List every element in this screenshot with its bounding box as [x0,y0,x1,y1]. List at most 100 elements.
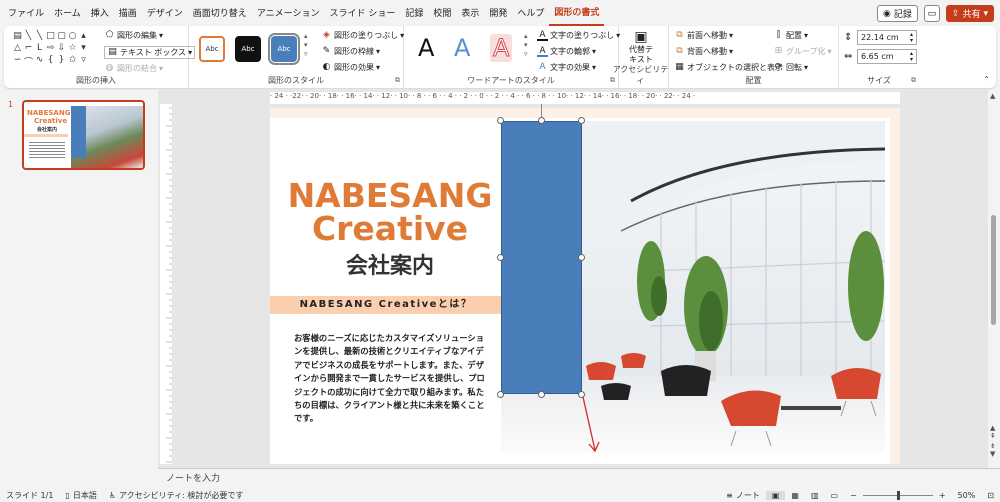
resize-handle-top[interactable] [538,117,545,124]
shape-rect-icon[interactable]: □ [45,31,56,43]
zoom-in-icon[interactable]: + [933,491,952,500]
menu-review[interactable]: 校閲 [428,0,456,26]
selected-rectangle-shape[interactable] [501,121,582,394]
resize-handle-left[interactable] [497,254,504,261]
menu-insert[interactable]: 挿入 [86,0,114,26]
shape-outline-button[interactable]: ✎ 図形の枠線 ▾ [321,46,380,57]
menu-transitions[interactable]: 画面切り替え [188,0,252,26]
shape-rounded-rect-icon[interactable]: ▢ [56,31,67,43]
next-slide-icon[interactable]: ⇟ ▼ [990,442,996,458]
fit-to-window-icon[interactable]: ⊡ [981,491,1000,500]
collapse-ribbon-icon[interactable]: ⌃ [983,75,990,84]
notes-toggle[interactable]: ≡ ノート [720,490,766,501]
company-description[interactable]: お客様のニーズに応じたカスタマイズソリューションを提供し、最新の技術とクリエイテ… [294,332,490,426]
language-indicator[interactable]: ▯ 日本語 [59,490,102,501]
shape-width-field[interactable]: 6.65 cm ▴ ▾ [857,49,917,64]
menu-home[interactable]: ホーム [49,0,86,26]
selection-pane-button[interactable]: ▦ オブジェクトの選択と表示 [674,62,783,73]
resize-handle-right[interactable] [578,254,585,261]
align-button[interactable]: ⫿ 配置 ▾ [773,30,808,41]
shape-curve-icon[interactable]: ∽ [12,55,23,67]
view-slideshow-icon[interactable]: ▭ [825,491,845,500]
menu-shape-format[interactable]: 図形の書式 [549,0,605,26]
shape-elbow-icon[interactable]: ᒪ [34,43,45,55]
comments-button[interactable]: ▭ [923,5,940,22]
record-button[interactable]: ◉ 記録 [877,5,918,22]
shape-arrow-icon[interactable]: ⇩ [56,43,67,55]
accessibility-indicator[interactable]: ♿ アクセシビリティ: 検討が必要です [103,490,250,501]
shape-star-icon[interactable]: ✩ [67,55,78,67]
dialog-launcher-icon[interactable]: ⧉ [395,76,400,85]
shape-textbox-icon[interactable]: ▤ [12,31,23,43]
alt-text-button[interactable]: ▣ 代替テ キスト [629,29,653,65]
shape-triangle-icon[interactable]: △ [12,43,23,55]
text-fill-button[interactable]: A 文字の塗りつぶし ▾ [537,30,620,41]
view-reading-icon[interactable]: ▥ [805,491,825,500]
style-gallery-scroll[interactable]: ▴ ▾ ▿ [304,32,308,58]
notes-pane[interactable]: ノートを入力 [158,468,1000,488]
dialog-launcher-icon[interactable]: ⧉ [911,76,916,85]
rotate-button[interactable]: ⟳ 回転 ▾ [773,62,808,73]
style-preset-black[interactable]: Abc [235,36,261,62]
scroll-up-icon[interactable]: ▴ [78,31,89,43]
shape-brace-icon[interactable]: } [56,55,67,67]
menu-draw[interactable]: 描画 [114,0,142,26]
zoom-out-icon[interactable]: − [844,491,863,500]
about-banner[interactable]: NABESANG Creativeとは？ [270,296,502,314]
text-outline-button[interactable]: A 文字の輪郭 ▾ [537,46,596,57]
resize-handle-top-right[interactable] [578,117,585,124]
more-icon[interactable]: ▿ [78,55,89,67]
style-preset-blue[interactable]: Abc [268,33,300,65]
view-normal-icon[interactable]: ▣ [765,490,786,500]
spinner-icon[interactable]: ▴ ▾ [910,31,913,44]
company-title-line2[interactable]: Creative [280,212,500,246]
shape-height-field[interactable]: 22.14 cm ▴ ▾ [857,30,917,45]
edit-shape-button[interactable]: ⬠ 図形の編集 ▾ [104,30,163,41]
scroll-up-icon[interactable]: ▲ [990,92,995,100]
company-title-line1[interactable]: NABESANG [280,179,500,212]
slide-thumbnail-1[interactable]: NABESANG Creative 会社案内 [22,100,145,170]
zoom-level[interactable]: 50% [952,491,982,500]
shape-oval-icon[interactable]: ○ [67,31,78,43]
resize-handle-bottom-left[interactable] [497,391,504,398]
shape-brace-icon[interactable]: { [45,55,56,67]
company-subtitle[interactable]: 会社案内 [280,248,500,280]
wordart-black[interactable]: A [418,34,434,62]
menu-developer[interactable]: 開発 [484,0,512,26]
view-sorter-icon[interactable]: ▦ [785,491,805,500]
shape-effects-button[interactable]: ◐ 図形の効果 ▾ [321,62,380,73]
shapes-gallery[interactable]: ▤ ╲ ╲ □ ▢ ○ ▴ △ ⌐ ᒪ ⇨ ⇩ ☆ ▾ ∽ ⌒ ∿{} ✩ ▿ [12,31,94,69]
resize-handle-top-left[interactable] [497,117,504,124]
wordart-red-outline[interactable]: A [490,34,513,63]
resize-handle-bottom[interactable] [538,391,545,398]
menu-view[interactable]: 表示 [456,0,484,26]
wordart-blue[interactable]: A [454,34,470,62]
prev-slide-icon[interactable]: ▲ ⇞ [990,424,996,440]
shape-line-icon[interactable]: ╲ [34,31,45,43]
menu-record[interactable]: 記録 [400,0,428,26]
bring-forward-button[interactable]: ⧉ 前面へ移動 ▾ [674,30,733,41]
style-preset-orange[interactable]: Abc [199,36,225,62]
zoom-slider-thumb[interactable] [896,490,900,500]
send-backward-button[interactable]: ⧉ 背面へ移動 ▾ [674,46,733,57]
zoom-slider[interactable] [862,490,933,500]
scrollbar-thumb[interactable] [991,215,996,325]
text-effects-button[interactable]: A 文字の効果 ▾ [537,62,596,73]
scroll-down-icon[interactable]: ▾ [78,43,89,55]
shape-fill-button[interactable]: ◈ 図形の塗りつぶし ▾ [321,30,404,41]
text-box-button[interactable]: ▤ テキスト ボックス ▾ [104,46,196,59]
shape-squiggle-icon[interactable]: ∿ [34,55,45,67]
spinner-icon[interactable]: ▴ ▾ [910,50,913,63]
menu-file[interactable]: ファイル [0,0,49,26]
share-button[interactable]: ⇪ 共有 ▾ [945,5,994,22]
group-button[interactable]: ⊞ グループ化 ▾ [773,46,832,57]
shape-star-icon[interactable]: ☆ [67,43,78,55]
shape-arrow-icon[interactable]: ⇨ [45,43,56,55]
shape-line-icon[interactable]: ╲ [23,31,34,43]
menu-slideshow[interactable]: スライド ショー [324,0,400,26]
merge-shapes-button[interactable]: ◍ 図形の結合 ▾ [104,63,163,74]
menu-help[interactable]: ヘルプ [512,0,549,26]
menu-design[interactable]: デザイン [142,0,188,26]
slide-indicator[interactable]: スライド 1/1 [0,490,59,501]
wordart-gallery-scroll[interactable]: ▴ ▾ ▿ [524,32,528,58]
